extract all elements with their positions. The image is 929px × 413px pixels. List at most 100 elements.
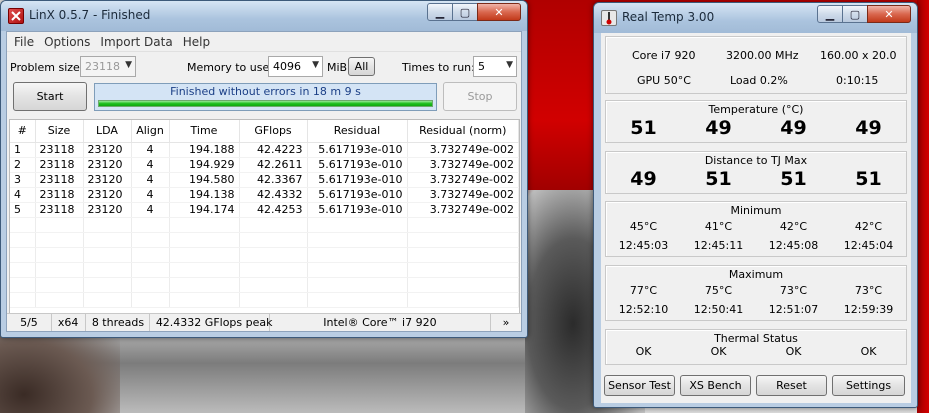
menu-import-data[interactable]: Import Data [95, 35, 177, 49]
close-button[interactable]: ✕ [867, 5, 911, 23]
minimize-button[interactable]: ▁ [817, 5, 843, 23]
memory-unit: MiB [327, 61, 348, 74]
linx-statusbar: 5/5 x64 8 threads 42.4332 GFlops peak In… [7, 313, 521, 331]
menu-options[interactable]: Options [39, 35, 95, 49]
table-row-empty [10, 232, 519, 248]
cpu-info-box: Core i7 920 3200.00 MHz 160.00 x 20.0 GP… [605, 36, 907, 94]
memory-label: Memory to use: [187, 61, 273, 74]
empty-cell [35, 292, 84, 308]
temperature-box: Temperature (°C) 51 49 49 49 [605, 100, 907, 143]
chevron-down-icon: ▼ [506, 60, 513, 70]
uptime: 0:10:15 [836, 74, 879, 87]
cell-align: 4 [131, 142, 170, 158]
table-row[interactable]: 5 23118 23120 4 194.174 42.4253 5.617193e-010 3… [10, 202, 519, 218]
empty-cell [169, 232, 240, 248]
times-to-run-select[interactable]: 5 ▼ [473, 56, 517, 77]
empty-cell [169, 247, 240, 263]
table-row[interactable]: 2 23118 23120 4 194.929 42.2611 5.617193e-010 3… [10, 157, 519, 173]
empty-cell [83, 247, 132, 263]
maximize-icon: ▢ [849, 7, 861, 21]
realtemp-window: Real Temp 3.00 ▁ ▢ ✕ Core i7 920 3200.00… [593, 2, 918, 408]
empty-cell [10, 232, 36, 248]
empty-cell [407, 277, 519, 293]
column-header-size[interactable]: Size [35, 120, 84, 143]
realtemp-titlebar[interactable]: Real Temp 3.00 ▁ ▢ ✕ [594, 3, 917, 33]
reset-button[interactable]: Reset [756, 375, 827, 396]
linx-titlebar[interactable]: LinX 0.5.7 - Finished ▁ ▢ ✕ [1, 1, 527, 31]
cell-align: 4 [131, 157, 170, 173]
cell-size: 23118 [35, 172, 84, 188]
minimum-box: Minimum 45°C 41°C 42°C 42°C 12:45:03 12:… [605, 201, 907, 257]
column-header-number[interactable]: # [10, 120, 36, 143]
core-temp-1: 49 [705, 117, 732, 139]
cell-lda: 23120 [83, 172, 132, 188]
problem-size-select[interactable]: 23118 ▼ [80, 56, 136, 77]
problem-size-label: Problem size: [10, 61, 84, 74]
column-header-time[interactable]: Time [169, 120, 240, 143]
thermal-status-header: Thermal Status [714, 332, 798, 345]
column-header-align[interactable]: Align [131, 120, 170, 143]
minimize-icon: ▁ [435, 5, 445, 19]
table-row[interactable]: 1 23118 23120 4 194.188 42.4223 5.617193e-010 3… [10, 142, 519, 158]
start-button[interactable]: Start [13, 82, 87, 111]
gpu-temperature: GPU 50°C [637, 74, 691, 87]
maximum-header: Maximum [728, 268, 784, 281]
empty-cell [307, 292, 408, 308]
sensor-test-button[interactable]: Sensor Test [604, 375, 675, 396]
temperature-header: Temperature (°C) [708, 103, 804, 116]
empty-cell [307, 217, 408, 233]
chevron-down-icon: ▼ [312, 60, 319, 70]
core-min-temp-1: 41°C [704, 220, 733, 233]
empty-cell [239, 247, 308, 263]
column-header-residual[interactable]: Residual [307, 120, 408, 143]
progress-bar [98, 100, 433, 107]
maximize-button[interactable]: ▢ [452, 3, 478, 21]
empty-cell [169, 277, 240, 293]
cell-residual-norm: 3.732749e-002 [407, 142, 519, 158]
empty-cell [10, 247, 36, 263]
stop-label: Stop [467, 90, 493, 103]
column-header-gflops[interactable]: GFlops [239, 120, 308, 143]
close-button[interactable]: ✕ [477, 3, 521, 21]
empty-cell [307, 262, 408, 278]
column-header-lda[interactable]: LDA [83, 120, 132, 143]
empty-cell [239, 262, 308, 278]
run-status-box: Finished without errors in 18 m 9 s [94, 83, 437, 111]
maximize-button[interactable]: ▢ [842, 5, 868, 23]
all-memory-button[interactable]: All [348, 57, 375, 76]
settings-button[interactable]: Settings [832, 375, 905, 396]
close-icon: ✕ [494, 5, 504, 19]
table-row[interactable]: 4 23118 23120 4 194.138 42.4332 5.617193e-010 3… [10, 187, 519, 203]
empty-cell [407, 232, 519, 248]
cell-time: 194.138 [169, 187, 240, 203]
thermal-status-box: Thermal Status OK OK OK OK [605, 329, 907, 365]
minimize-button[interactable]: ▁ [427, 3, 453, 21]
empty-cell [10, 217, 36, 233]
table-row-empty [10, 277, 519, 293]
menu-help[interactable]: Help [178, 35, 215, 49]
core-distance-3: 51 [855, 168, 882, 190]
empty-cell [131, 232, 170, 248]
status-cpu: Intel® Core™ i7 920 [270, 314, 492, 331]
cell-time: 194.580 [169, 172, 240, 188]
status-more-button[interactable]: » [491, 314, 521, 331]
core-thermal-status-3: OK [860, 345, 877, 358]
status-message: Finished without errors in 18 m 9 s [170, 85, 361, 98]
stop-button[interactable]: Stop [443, 82, 517, 111]
cell-gflops: 42.4332 [239, 187, 308, 203]
core-max-temp-1: 75°C [704, 284, 733, 297]
empty-cell [239, 217, 308, 233]
times-to-run-label: Times to run: [402, 61, 475, 74]
xs-bench-button[interactable]: XS Bench [680, 375, 751, 396]
table-row[interactable]: 3 23118 23120 4 194.580 42.3367 5.617193e-010 3… [10, 172, 519, 188]
sensor-test-label: Sensor Test [608, 379, 671, 392]
cell-lda: 23120 [83, 157, 132, 173]
memory-select[interactable]: 4096 ▼ [268, 56, 323, 77]
column-header-residual-norm[interactable]: Residual (norm) [407, 120, 519, 143]
menu-file[interactable]: File [9, 35, 39, 49]
empty-cell [407, 247, 519, 263]
core-max-time-3: 12:59:39 [843, 303, 894, 316]
empty-cell [239, 277, 308, 293]
table-header-row: # Size LDA Align Time GFlops Residual Re… [10, 120, 519, 143]
table-row-empty [10, 217, 519, 233]
